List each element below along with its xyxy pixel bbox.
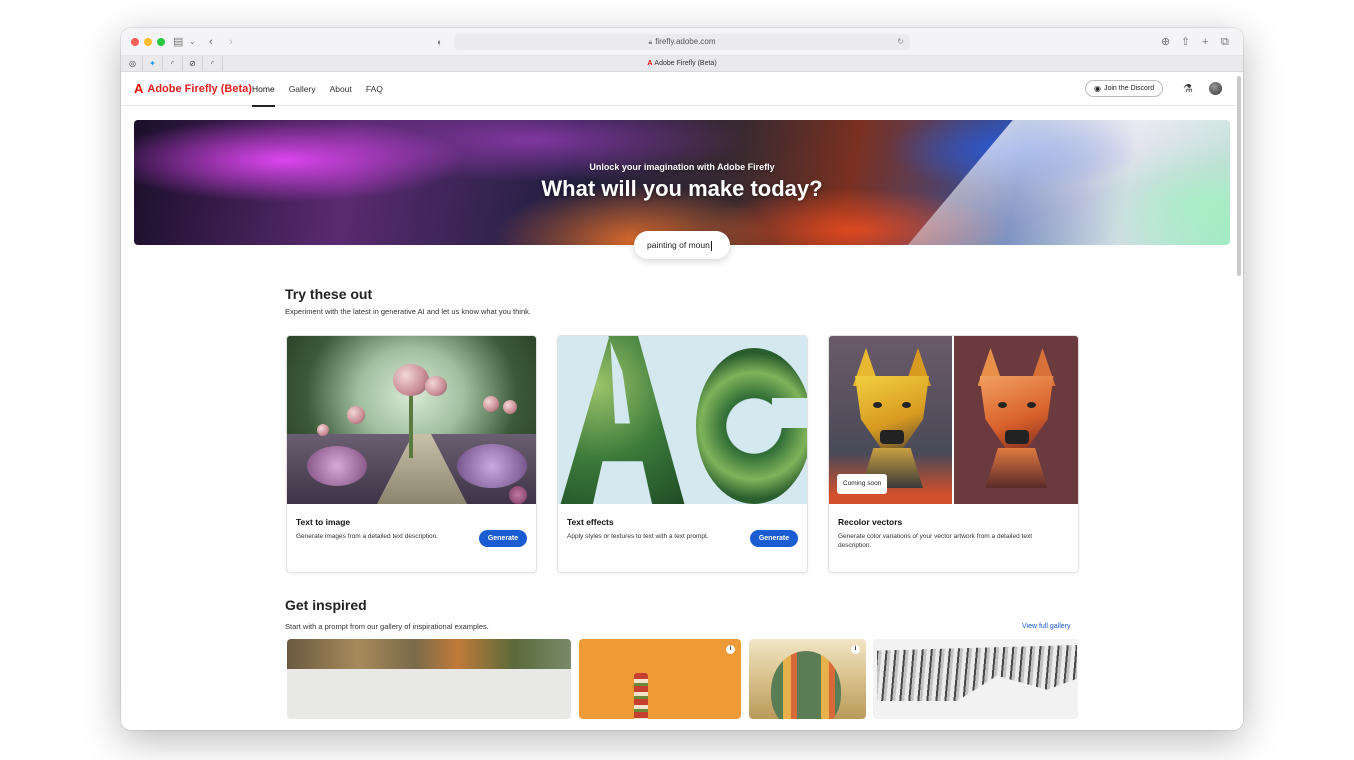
flask-icon[interactable]: ⚗	[1183, 82, 1193, 95]
recolor-vectors-thumbnail: Coming soon	[829, 336, 1078, 504]
url-text: firefly.adobe.com	[655, 37, 716, 46]
minimize-window-button[interactable]	[144, 38, 152, 46]
nav-home[interactable]: Home	[252, 72, 275, 107]
gallery-thumbnail[interactable]: i	[749, 639, 866, 719]
gallery-thumbnail[interactable]	[287, 639, 571, 719]
browser-toolbar: ▤ ⌄ ‹ › ◐ 🔒︎ firefly.adobe.com ↻ ⊕ ⇧ + ⧉	[121, 28, 1243, 56]
close-window-button[interactable]	[131, 38, 139, 46]
text-to-image-thumbnail	[287, 336, 536, 504]
coming-soon-badge: Coming soon	[837, 474, 888, 494]
adobe-logo-icon: A	[134, 81, 144, 96]
card-description: Generate images from a detailed text des…	[296, 533, 438, 540]
brand[interactable]: A Adobe Firefly (Beta)	[134, 81, 252, 96]
share-icon[interactable]: ⇧	[1181, 35, 1190, 49]
inspired-section-title: Get inspired	[285, 597, 367, 613]
scrollbar[interactable]	[1237, 76, 1241, 276]
avatar[interactable]	[1209, 82, 1222, 95]
generate-button[interactable]: Generate	[750, 530, 798, 547]
window-controls	[131, 38, 165, 46]
new-tab-icon[interactable]: +	[1202, 35, 1208, 49]
text-effects-thumbnail	[558, 336, 807, 504]
prompt-input-value: painting of moun	[647, 240, 710, 250]
top-nav: A Adobe Firefly (Beta) Home Gallery Abou…	[121, 72, 1235, 107]
download-icon[interactable]: ⊕	[1161, 35, 1170, 49]
join-discord-label: Join the Discord	[1103, 85, 1155, 92]
hero-title: What will you make today?	[541, 176, 823, 201]
active-tab[interactable]: A Adobe Firefly (Beta)	[121, 56, 1243, 72]
forward-icon[interactable]: ›	[229, 35, 233, 49]
discord-icon: ◉	[1094, 84, 1101, 93]
hero-banner: Unlock your imagination with Adobe Firef…	[134, 120, 1230, 245]
browser-window: ▤ ⌄ ‹ › ◐ 🔒︎ firefly.adobe.com ↻ ⊕ ⇧ + ⧉ …	[121, 28, 1243, 730]
back-icon[interactable]: ‹	[209, 35, 213, 49]
adobe-logo-icon: A	[647, 60, 653, 67]
try-section-title: Try these out	[285, 286, 373, 302]
card-description: Generate color variations of your vector…	[838, 533, 1033, 549]
card-title: Text to image	[296, 517, 351, 527]
address-bar[interactable]: 🔒︎ firefly.adobe.com ↻	[454, 34, 910, 50]
brand-name: Adobe Firefly (Beta)	[147, 82, 252, 95]
view-full-gallery-link[interactable]: View full gallery	[1022, 623, 1071, 630]
tab-bar: ◎ ✦ ◜ ⊘ ◜ A Adobe Firefly (Beta)	[121, 56, 1243, 72]
nav-gallery[interactable]: Gallery	[289, 72, 316, 106]
gallery-thumbnail[interactable]: i	[579, 639, 741, 719]
generate-button[interactable]: Generate	[479, 530, 527, 547]
try-section-description: Experiment with the latest in generative…	[285, 307, 531, 316]
card-title: Text effects	[567, 517, 614, 527]
gallery-thumbnail[interactable]	[873, 639, 1078, 719]
card-title: Recolor vectors	[838, 517, 903, 527]
nav-links: Home Gallery About FAQ	[252, 72, 383, 107]
nav-faq[interactable]: FAQ	[366, 72, 383, 106]
info-icon[interactable]: i	[851, 645, 860, 654]
join-discord-button[interactable]: ◉ Join the Discord	[1085, 80, 1164, 97]
text-caret	[710, 240, 712, 251]
privacy-shield-icon[interactable]: ◐	[437, 35, 442, 49]
prompt-input[interactable]: painting of moun	[634, 231, 730, 259]
card-recolor-vectors[interactable]: Coming soon Recolor vectors Generate col…	[828, 335, 1079, 573]
card-description: Apply styles or textures to text with a …	[567, 533, 709, 540]
nav-about[interactable]: About	[330, 72, 352, 106]
lock-icon: 🔒︎	[648, 39, 653, 46]
reload-icon[interactable]: ↻	[897, 34, 904, 50]
card-text-to-image[interactable]: Text to image Generate images from a det…	[286, 335, 537, 573]
page-content: A Adobe Firefly (Beta) Home Gallery Abou…	[121, 72, 1243, 730]
chevron-down-icon[interactable]: ⌄	[189, 35, 196, 49]
sidebar-toggle-icon[interactable]: ▤	[173, 35, 183, 49]
info-icon[interactable]: i	[726, 645, 735, 654]
zoom-window-button[interactable]	[157, 38, 165, 46]
hero-subtitle: Unlock your imagination with Adobe Firef…	[589, 162, 775, 172]
card-text-effects[interactable]: Text effects Apply styles or textures to…	[557, 335, 808, 573]
inspired-section-description: Start with a prompt from our gallery of …	[285, 622, 489, 631]
tab-overview-icon[interactable]: ⧉	[1221, 35, 1229, 49]
tab-title: Adobe Firefly (Beta)	[654, 60, 717, 67]
